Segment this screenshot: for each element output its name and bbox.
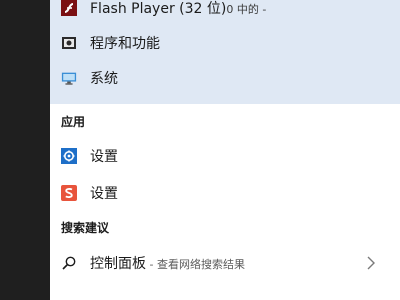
- system-monitor-icon: [61, 70, 77, 86]
- result-programs-and-features[interactable]: 程序和功能: [50, 26, 400, 60]
- result-settings[interactable]: 设置: [50, 139, 400, 173]
- search-results-panel: Flash Player (32 位)0 中的 - 程序和功能 系统 应用 设置…: [50, 0, 400, 300]
- system-label: 系统: [90, 71, 118, 87]
- start-menu-left-rail: [0, 0, 50, 300]
- sogou-settings-label: 设置: [90, 186, 118, 202]
- chevron-right-icon[interactable]: [364, 256, 378, 270]
- control-panel-label: 控制面板 - 查看网络搜索结果: [90, 256, 245, 272]
- result-flash-player[interactable]: Flash Player (32 位)0 中的 -: [50, 0, 400, 25]
- result-sogou-settings[interactable]: 设置: [50, 176, 400, 210]
- apps-section-header: 应用: [61, 115, 86, 129]
- flash-player-label: Flash Player (32 位)0 中的 -: [90, 1, 267, 17]
- settings-gear-icon: [61, 148, 77, 164]
- search-suggestions-header: 搜索建议: [61, 221, 110, 235]
- suggestion-control-panel[interactable]: 控制面板 - 查看网络搜索结果: [50, 246, 400, 280]
- sogou-settings-icon: [61, 185, 77, 201]
- result-system[interactable]: 系统: [50, 61, 400, 95]
- settings-label: 设置: [90, 149, 118, 165]
- programs-features-icon: [61, 35, 77, 51]
- flash-player-icon: [61, 0, 77, 16]
- search-icon: [61, 255, 77, 271]
- programs-features-label: 程序和功能: [90, 36, 160, 52]
